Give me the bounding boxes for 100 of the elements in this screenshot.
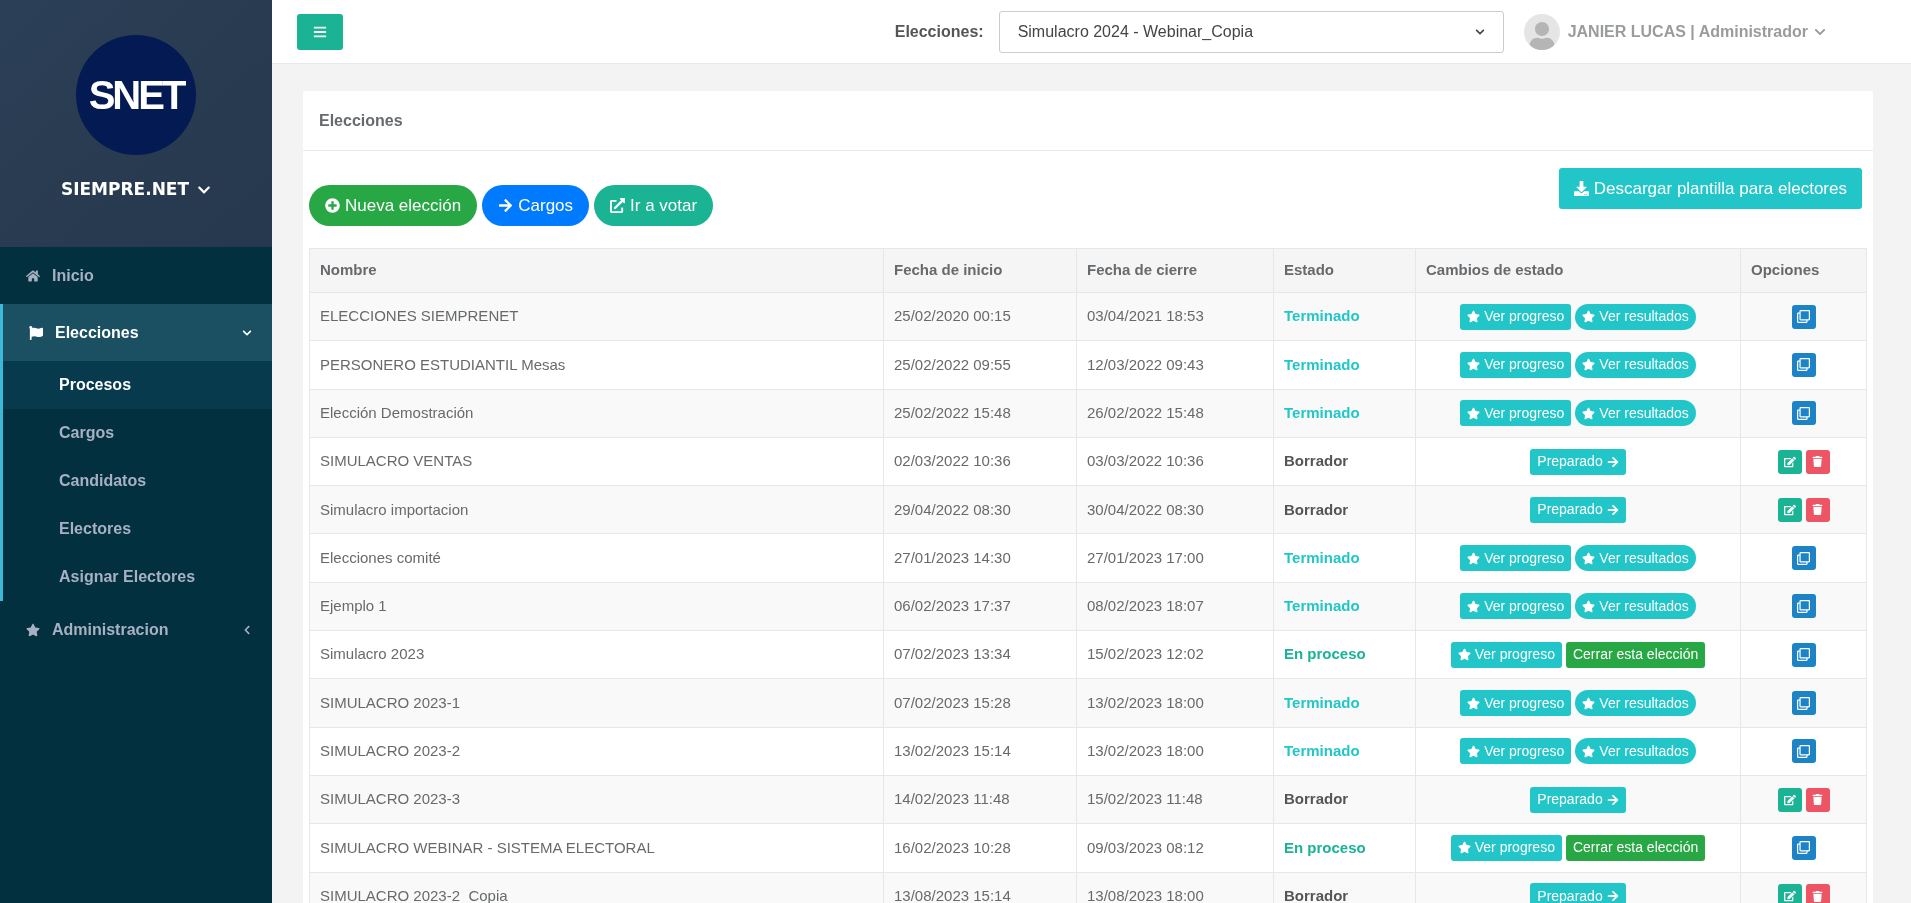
cargos-button[interactable]: Cargos <box>482 185 590 226</box>
copy-icon <box>1797 358 1810 372</box>
progress-button[interactable]: Ver progreso <box>1460 593 1572 620</box>
column-header: Estado <box>1273 248 1416 293</box>
table-cell: 03/03/2022 10:36 <box>1076 437 1274 486</box>
table-cell: 15/02/2023 11:48 <box>1076 775 1274 824</box>
results-button[interactable]: Ver resultados <box>1575 303 1696 330</box>
copy-button[interactable] <box>1791 642 1816 667</box>
trash-icon <box>1812 794 1823 806</box>
table-cell: 14/02/2023 11:48 <box>883 775 1077 824</box>
download-button[interactable]: Descargar plantilla para electores <box>1558 168 1862 209</box>
progress-button[interactable]: Ver progreso <box>1460 303 1572 330</box>
status-cell: Terminado <box>1273 340 1416 390</box>
preparado-button[interactable]: Preparado <box>1530 448 1626 475</box>
status-cell: En proceso <box>1273 630 1416 679</box>
star-icon <box>1582 599 1596 613</box>
status-cell: Terminado <box>1273 678 1416 728</box>
copy-button[interactable] <box>1791 691 1816 715</box>
home-icon <box>26 268 40 283</box>
results-button[interactable]: Ver resultados <box>1575 400 1696 427</box>
copy-button[interactable] <box>1791 546 1816 571</box>
delete-button[interactable] <box>1805 497 1830 522</box>
copy-button[interactable] <box>1791 835 1816 860</box>
logo-text: SNET <box>88 72 184 119</box>
table-cell: Simulacro 2023 <box>309 630 884 679</box>
preparado-button[interactable]: Preparado <box>1530 786 1626 813</box>
table-cell: Elecciones comité <box>309 534 884 583</box>
star-icon <box>1467 551 1481 565</box>
results-button[interactable]: Ver resultados <box>1575 690 1696 716</box>
nav-subitem[interactable]: Candidatos <box>3 457 272 505</box>
progress-button[interactable]: Ver progreso <box>1450 641 1562 668</box>
column-header: Opciones <box>1740 248 1867 293</box>
status-cell: Terminado <box>1273 292 1416 341</box>
edit-button[interactable] <box>1777 449 1802 474</box>
results-button[interactable]: Ver resultados <box>1575 738 1696 765</box>
vote-button[interactable]: Ir a votar <box>594 185 714 226</box>
star-icon <box>1457 841 1471 855</box>
column-header: Fecha de cierre <box>1076 248 1274 293</box>
copy-button[interactable] <box>1791 594 1816 619</box>
delete-button[interactable] <box>1805 884 1830 903</box>
menu-icon <box>313 24 327 39</box>
star-icon <box>1582 358 1596 372</box>
progress-button[interactable]: Ver progreso <box>1460 545 1572 572</box>
star-icon <box>1467 358 1481 372</box>
results-button[interactable]: Ver resultados <box>1575 351 1696 378</box>
column-header: Fecha de inicio <box>883 248 1077 293</box>
preparado-button[interactable]: Preparado <box>1530 883 1626 903</box>
copy-icon <box>1797 310 1810 324</box>
arrow-right-icon <box>1606 890 1619 903</box>
status-cell: Terminado <box>1273 534 1416 583</box>
progress-button[interactable]: Ver progreso <box>1450 834 1562 861</box>
progress-button[interactable]: Ver progreso <box>1460 400 1572 427</box>
table-cell: 27/01/2023 14:30 <box>883 534 1077 583</box>
preparado-button[interactable]: Preparado <box>1530 496 1626 523</box>
nav-subitem[interactable]: Electores <box>3 505 272 553</box>
star-icon <box>1582 406 1596 420</box>
close-election-button[interactable]: Cerrar esta elección <box>1565 834 1706 861</box>
star-icon <box>1582 744 1596 758</box>
elections-select[interactable]: Simulacro 2024 - Webinar_Copia <box>998 10 1504 53</box>
table-cell: 07/02/2023 13:34 <box>883 630 1077 679</box>
nav-item[interactable]: Administracion <box>0 601 272 658</box>
copy-button[interactable] <box>1791 401 1816 426</box>
menu-button[interactable] <box>297 13 343 50</box>
star-icon <box>1467 310 1481 324</box>
external-link-icon <box>610 198 626 213</box>
chevron-left-icon <box>242 624 252 635</box>
results-button[interactable]: Ver resultados <box>1575 593 1696 620</box>
star-icon <box>1457 648 1471 662</box>
brand-dropdown[interactable]: SIEMPRE.NET <box>60 177 212 203</box>
nav-subitem[interactable]: Procesos <box>3 361 272 409</box>
new-election-button[interactable]: Nueva elección <box>309 185 478 226</box>
copy-button[interactable] <box>1791 739 1816 764</box>
edit-button[interactable] <box>1777 884 1802 903</box>
status-cell: Borrador <box>1273 437 1416 486</box>
chevron-down-icon <box>1474 26 1485 37</box>
edit-button[interactable] <box>1777 787 1802 812</box>
nav-item[interactable]: Inicio <box>0 247 272 304</box>
delete-button[interactable] <box>1805 449 1830 474</box>
progress-button[interactable]: Ver progreso <box>1460 690 1572 716</box>
flag-icon <box>29 325 43 340</box>
star-icon <box>1467 744 1481 758</box>
nav-subitem[interactable]: Asignar Electores <box>3 553 272 601</box>
delete-button[interactable] <box>1805 787 1830 812</box>
star-icon <box>1467 406 1481 420</box>
nav-subitem[interactable]: Cargos <box>3 409 272 457</box>
copy-button[interactable] <box>1791 304 1816 329</box>
edit-button[interactable] <box>1777 497 1802 522</box>
arrow-right-icon <box>1606 455 1619 468</box>
arrow-right-icon <box>498 198 514 213</box>
results-button[interactable]: Ver resultados <box>1575 545 1696 572</box>
status-cell: Terminado <box>1273 389 1416 438</box>
progress-button[interactable]: Ver progreso <box>1460 738 1572 765</box>
nav-item[interactable]: Elecciones <box>3 304 272 361</box>
close-election-button[interactable]: Cerrar esta elección <box>1565 641 1706 668</box>
table-cell: 09/03/2023 08:12 <box>1076 823 1274 873</box>
copy-button[interactable] <box>1791 352 1816 377</box>
status-cell: Terminado <box>1273 582 1416 631</box>
edit-icon <box>1783 793 1796 806</box>
user-menu[interactable]: JANIER LUCAS | Administrador <box>1567 19 1826 44</box>
progress-button[interactable]: Ver progreso <box>1460 351 1572 378</box>
